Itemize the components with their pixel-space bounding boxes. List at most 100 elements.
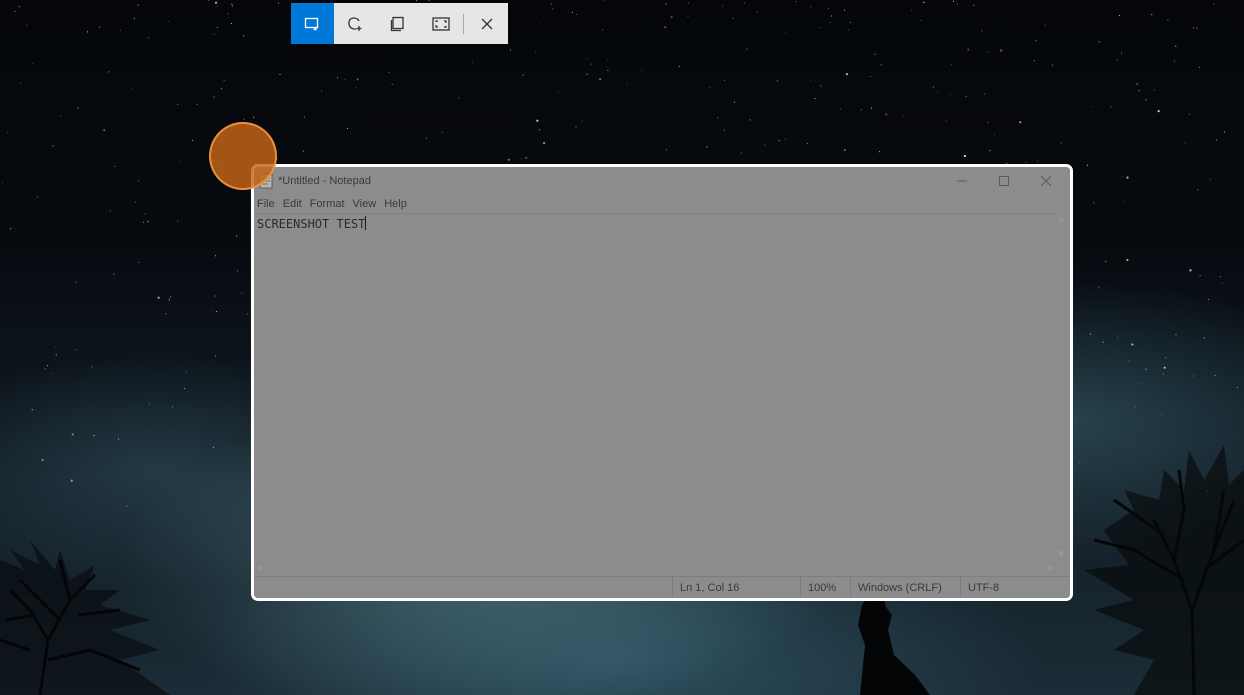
star xyxy=(214,1,218,4)
star xyxy=(10,228,12,230)
snip-toolbar xyxy=(291,3,508,44)
star xyxy=(253,116,255,118)
star xyxy=(543,141,546,145)
star xyxy=(171,406,174,408)
selected-window-frame[interactable]: *Untitled - Notepad File Edit Format Vie… xyxy=(251,164,1073,601)
star xyxy=(784,32,786,34)
scroll-down-icon[interactable]: v xyxy=(1059,549,1064,558)
star xyxy=(1193,27,1195,29)
star xyxy=(71,433,74,436)
star xyxy=(214,295,216,297)
star xyxy=(839,108,841,110)
star xyxy=(20,82,22,84)
star xyxy=(168,299,170,301)
freeform-snip-button[interactable] xyxy=(334,3,377,44)
fullscreen-snip-button[interactable] xyxy=(419,3,462,44)
star xyxy=(1117,337,1119,339)
close-icon xyxy=(1041,176,1051,186)
star xyxy=(1199,66,1201,68)
star xyxy=(965,95,967,97)
menu-edit[interactable]: Edit xyxy=(280,198,305,210)
star xyxy=(231,23,233,25)
star xyxy=(723,129,725,131)
star xyxy=(1223,131,1225,133)
star xyxy=(776,80,778,82)
star xyxy=(138,261,140,263)
star xyxy=(1089,333,1091,335)
menu-file[interactable]: File xyxy=(254,198,278,210)
star xyxy=(243,35,245,37)
star xyxy=(687,15,689,17)
window-snip-icon xyxy=(390,16,404,31)
star xyxy=(607,69,609,71)
star xyxy=(1188,113,1191,116)
star xyxy=(1184,142,1186,144)
horizontal-scrollbar[interactable]: < > xyxy=(254,560,1056,577)
star xyxy=(388,72,390,74)
star xyxy=(1214,375,1216,377)
star xyxy=(987,121,989,123)
star xyxy=(118,438,120,440)
star xyxy=(302,150,304,152)
desktop-background: *Untitled - Notepad File Edit Format Vie… xyxy=(0,0,1244,695)
minimize-icon xyxy=(957,180,967,182)
star xyxy=(732,17,734,20)
close-window-button[interactable] xyxy=(1026,167,1066,195)
menu-help[interactable]: Help xyxy=(381,198,410,210)
star xyxy=(1110,106,1112,108)
star xyxy=(1151,14,1153,16)
star xyxy=(208,0,210,2)
star xyxy=(1086,164,1088,166)
star xyxy=(277,2,280,4)
star xyxy=(212,446,214,448)
star xyxy=(216,5,218,7)
star xyxy=(103,129,106,132)
star xyxy=(231,3,233,5)
star xyxy=(587,58,589,60)
menu-format[interactable]: Format xyxy=(307,198,348,210)
star xyxy=(1134,406,1136,408)
star xyxy=(1126,258,1129,262)
vertical-scrollbar[interactable]: ^ v xyxy=(1056,213,1070,560)
status-bar: Ln 1, Col 16 100% Windows (CRLF) UTF-8 xyxy=(254,576,1070,598)
star xyxy=(989,150,991,152)
star xyxy=(241,292,243,294)
star xyxy=(148,37,150,39)
star xyxy=(722,5,724,7)
scroll-left-icon[interactable]: < xyxy=(257,564,262,573)
star xyxy=(1102,341,1104,343)
star xyxy=(1193,375,1195,377)
star xyxy=(665,148,668,151)
close-icon xyxy=(481,18,493,29)
star xyxy=(874,53,876,55)
rectangular-snip-button[interactable] xyxy=(291,3,334,44)
star xyxy=(848,29,850,31)
window-snip-button[interactable] xyxy=(377,3,420,44)
scroll-up-icon[interactable]: ^ xyxy=(1059,217,1063,226)
star xyxy=(93,434,95,436)
star xyxy=(221,88,223,90)
star xyxy=(165,313,167,315)
star xyxy=(86,31,89,33)
star xyxy=(557,91,559,94)
menu-view[interactable]: View xyxy=(350,198,380,210)
close-snip-button[interactable] xyxy=(465,3,508,44)
star xyxy=(247,313,249,315)
maximize-button[interactable] xyxy=(984,167,1024,195)
star xyxy=(973,4,975,6)
star xyxy=(1093,202,1095,204)
star xyxy=(843,148,846,152)
minimize-button[interactable] xyxy=(942,167,982,195)
star xyxy=(509,49,512,51)
star xyxy=(626,83,628,85)
star xyxy=(665,3,667,5)
star xyxy=(441,131,443,133)
star xyxy=(845,73,849,76)
title-bar[interactable]: *Untitled - Notepad xyxy=(254,167,1070,195)
star xyxy=(1025,161,1027,163)
star xyxy=(179,161,181,163)
scroll-right-icon[interactable]: > xyxy=(1048,564,1053,573)
star xyxy=(670,16,673,19)
text-editor[interactable]: SCREENSHOT TEST xyxy=(254,213,1056,560)
star xyxy=(216,26,218,29)
